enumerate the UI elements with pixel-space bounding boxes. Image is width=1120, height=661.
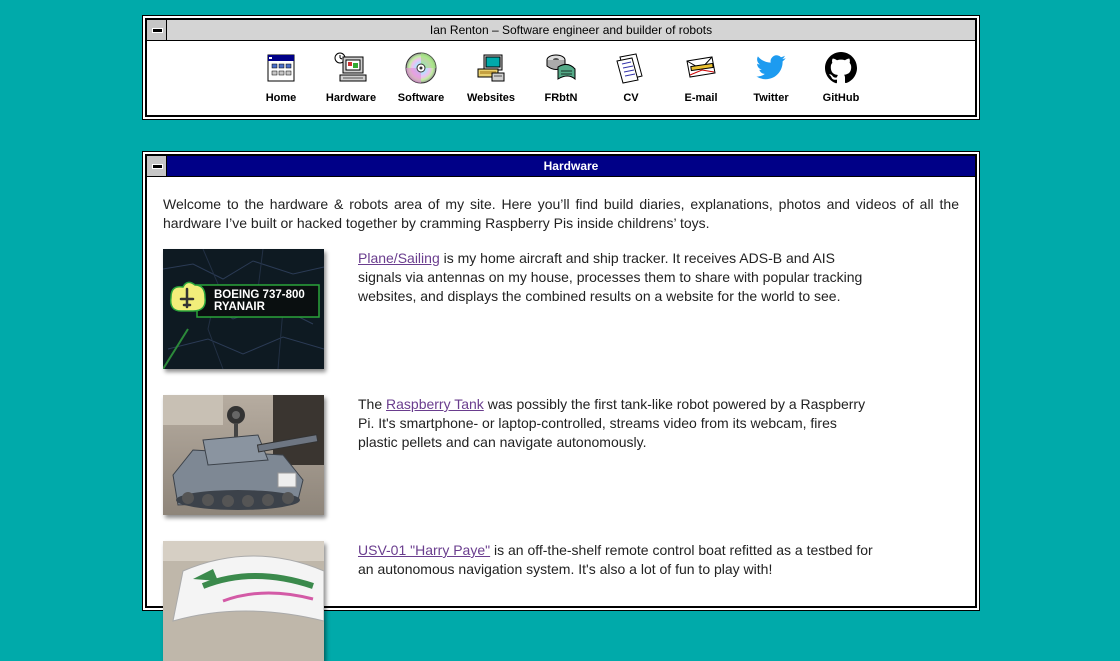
hardware-window-titlebar: Hardware (147, 156, 975, 177)
nav-label-websites: Websites (466, 92, 516, 104)
hardware-window-title: Hardware (543, 159, 599, 173)
plane-sailing-description: Plane/Sailing is my home aircraft and sh… (358, 249, 873, 355)
intro-text: Welcome to the hardware & robots area of… (163, 196, 959, 231)
cv-icon (614, 51, 648, 85)
hardware-content: Welcome to the hardware & robots area of… (147, 177, 975, 661)
nav-label-hardware: Hardware (325, 92, 377, 104)
plane-sailing-thumbnail[interactable]: BOEING 737-800 RYANAIR (163, 249, 324, 369)
usv-01-link[interactable]: USV-01 "Harry Paye" (358, 542, 490, 558)
raspberry-tank-link[interactable]: Raspberry Tank (386, 396, 484, 412)
item-prefix: The (358, 396, 387, 412)
nav-hardware[interactable]: Hardware (316, 51, 386, 104)
email-icon (684, 51, 718, 85)
nav-github[interactable]: GitHub (806, 51, 876, 104)
nav-label-twitter: Twitter (753, 92, 789, 104)
nav-label-home: Home (265, 92, 297, 104)
software-icon (404, 51, 438, 85)
raspberry-tank-thumbnail[interactable] (163, 395, 324, 515)
hardware-window-system-menu-button[interactable] (147, 156, 167, 176)
list-item: The Raspberry Tank was possibly the firs… (163, 395, 959, 515)
nav-window: Ian Renton – Software engineer and build… (142, 15, 980, 120)
usv-01-description: USV-01 "Harry Paye" is an off-the-shelf … (358, 541, 873, 647)
github-icon (824, 51, 858, 85)
frbtn-icon (544, 51, 578, 85)
nav-window-titlebar: Ian Renton – Software engineer and build… (147, 20, 975, 41)
nav-software[interactable]: Software (386, 51, 456, 104)
nav-websites[interactable]: Websites (456, 51, 526, 104)
hardware-icon (334, 51, 368, 85)
nav-label-frbtn: FRbtN (544, 92, 578, 104)
nav-frbtn[interactable]: FRbtN (526, 51, 596, 104)
list-item: USV-01 "Harry Paye" is an off-the-shelf … (163, 541, 959, 661)
thumb-flight-label: BOEING 737-800 (214, 289, 305, 301)
nav-label-email: E-mail (684, 92, 718, 104)
site-title: Ian Renton – Software engineer and build… (429, 23, 713, 37)
nav-label-software: Software (397, 92, 445, 104)
nav-email[interactable]: E-mail (666, 51, 736, 104)
twitter-icon (754, 51, 788, 85)
raspberry-tank-description: The Raspberry Tank was possibly the firs… (358, 395, 873, 501)
nav-label-cv: CV (623, 92, 639, 104)
list-item: BOEING 737-800 RYANAIR Plane/Sailing is … (163, 249, 959, 369)
websites-icon (474, 51, 508, 85)
main-nav: Home Hardware Software Websites FRbtN CV… (147, 41, 975, 104)
plane-sailing-link[interactable]: Plane/Sailing (358, 250, 440, 266)
nav-twitter[interactable]: Twitter (736, 51, 806, 104)
nav-window-system-menu-button[interactable] (147, 20, 167, 40)
nav-cv[interactable]: CV (596, 51, 666, 104)
hardware-window: Hardware Welcome to the hardware & robot… (142, 151, 980, 661)
home-icon (264, 51, 298, 85)
thumb-airline-label: RYANAIR (214, 301, 265, 313)
nav-home[interactable]: Home (246, 51, 316, 104)
nav-label-github: GitHub (822, 92, 860, 104)
usv-01-thumbnail[interactable] (163, 541, 324, 661)
